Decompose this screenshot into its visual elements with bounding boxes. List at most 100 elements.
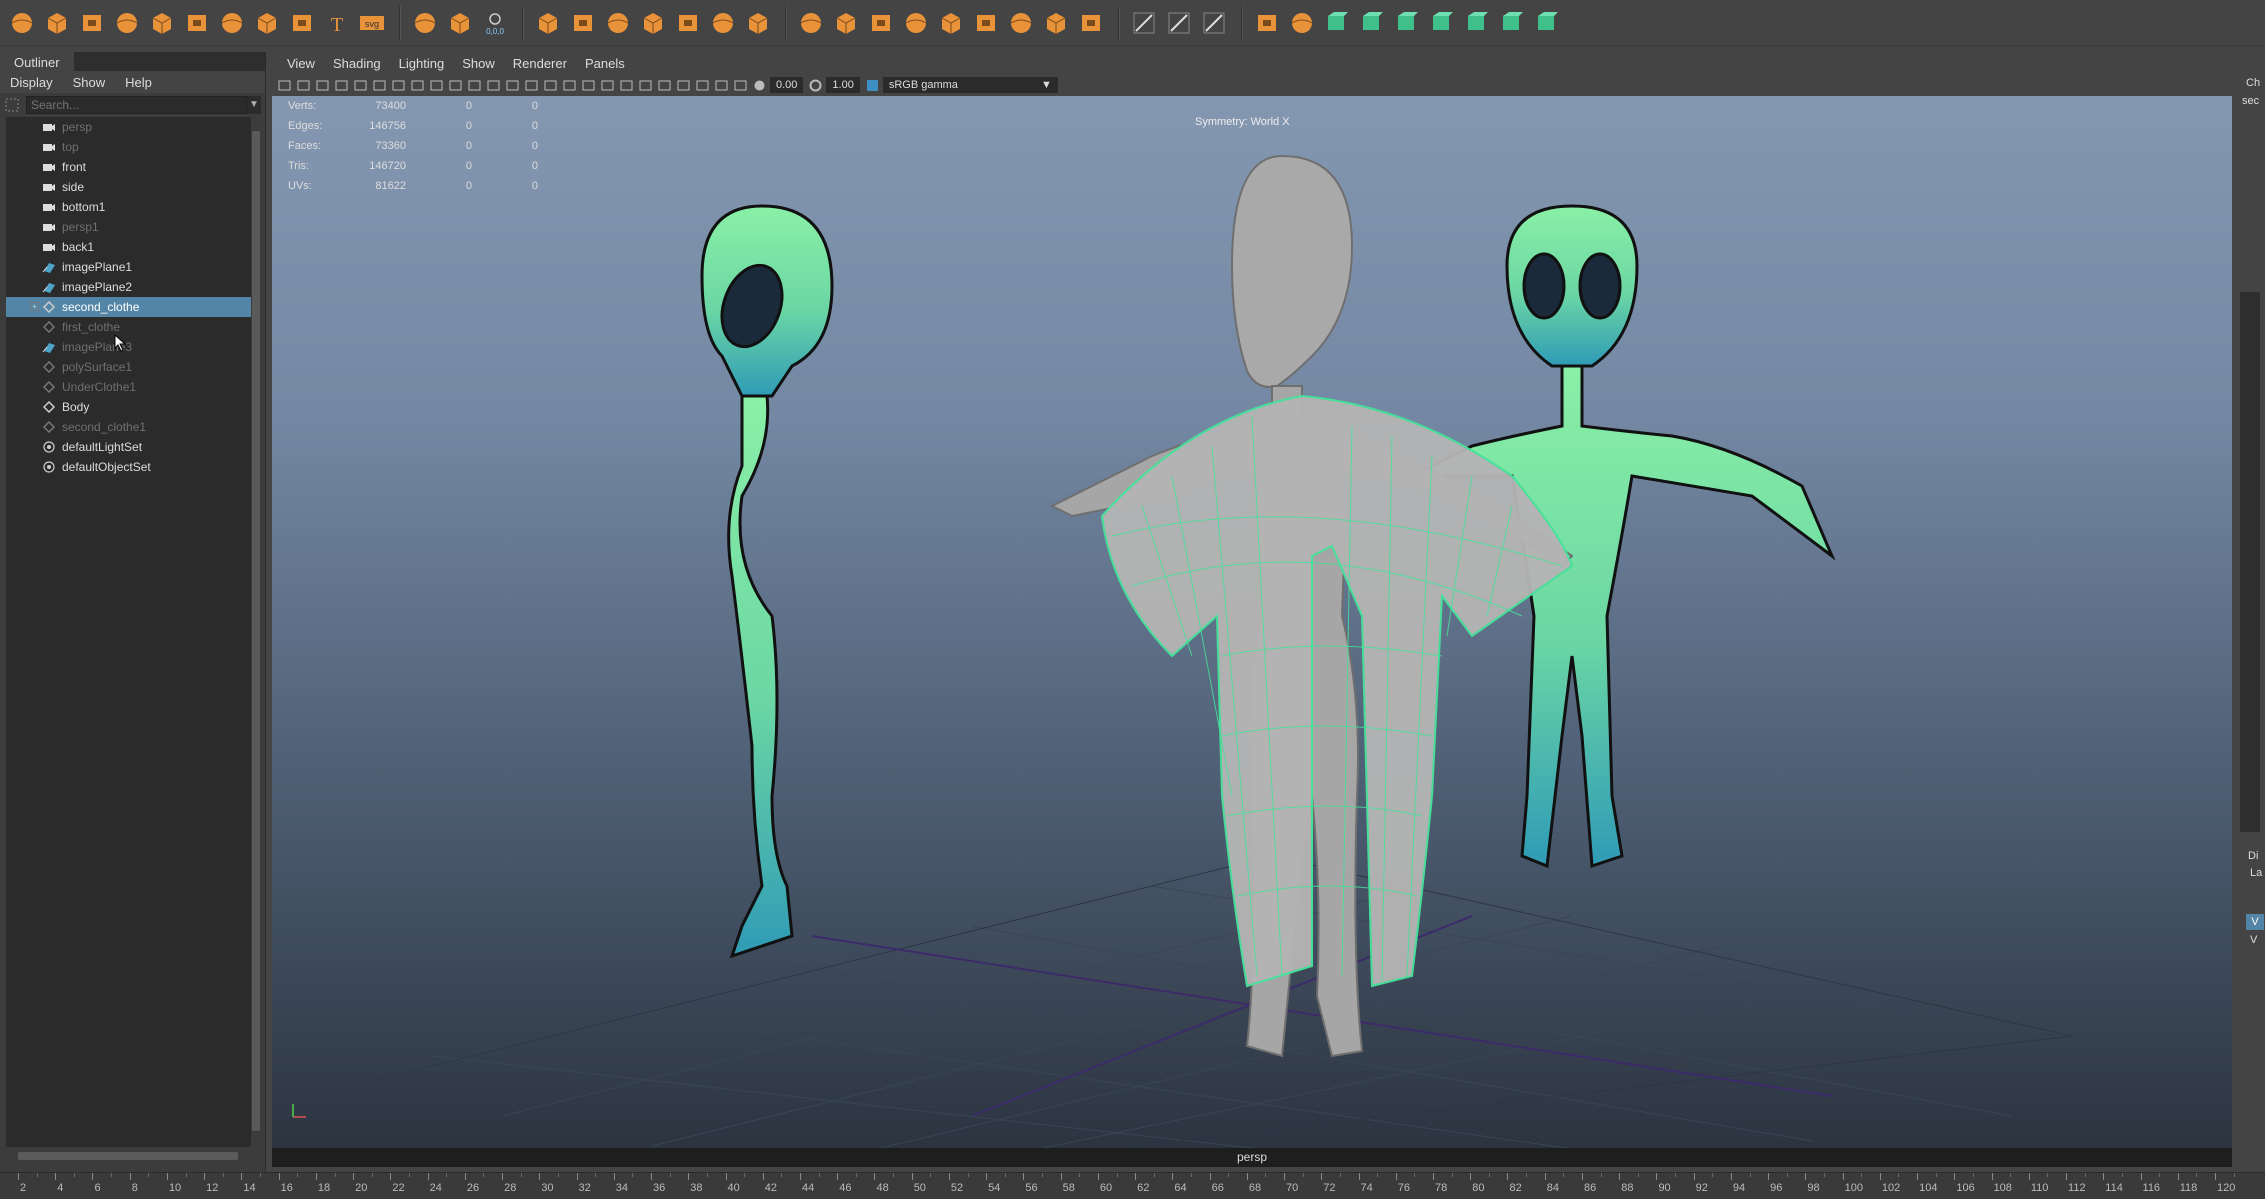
combine-icon[interactable] — [532, 7, 564, 39]
field-chart-icon[interactable] — [428, 77, 445, 94]
xray-joints-icon[interactable] — [713, 77, 730, 94]
poke-icon[interactable] — [1040, 7, 1072, 39]
wedge-icon[interactable] — [1075, 7, 1107, 39]
menu-shading[interactable]: Shading — [324, 56, 390, 71]
default-material-icon[interactable] — [523, 77, 540, 94]
textured-icon[interactable] — [542, 77, 559, 94]
select-camera-icon[interactable] — [276, 77, 293, 94]
filter-icon[interactable] — [4, 97, 20, 113]
coordinate-icon[interactable]: 0,0,0 — [479, 7, 511, 39]
planar-map-icon[interactable] — [1286, 7, 1318, 39]
3d-viewport[interactable]: Verts: 73400 0 0 Edges: 146756 0 0 Faces: 73360 0 0… — [272, 96, 2232, 1167]
exposure-field[interactable]: 0.00 — [770, 77, 804, 93]
cone-icon[interactable] — [111, 7, 143, 39]
uv-editor-icon[interactable] — [1251, 7, 1283, 39]
boolean-difference-icon[interactable] — [830, 7, 862, 39]
disc-icon[interactable] — [216, 7, 248, 39]
backface-culling-icon[interactable] — [732, 77, 749, 94]
camera-attributes-icon[interactable] — [295, 77, 312, 94]
measure-icon[interactable] — [409, 7, 441, 39]
gamma-icon[interactable] — [807, 77, 824, 94]
outliner-item-top[interactable]: top — [6, 137, 251, 157]
outliner-item-defaultlightset[interactable]: defaultLightSet — [6, 437, 251, 457]
separate-icon[interactable] — [567, 7, 599, 39]
torus-icon[interactable] — [146, 7, 178, 39]
display-layers-tab[interactable]: Di — [2248, 850, 2258, 862]
outliner-item-side[interactable]: side — [6, 177, 251, 197]
extrude-icon[interactable] — [935, 7, 967, 39]
menu-panels[interactable]: Panels — [576, 56, 634, 71]
screen-space-ao-icon[interactable] — [599, 77, 616, 94]
use-lights-icon[interactable] — [561, 77, 578, 94]
outliner-item-back1[interactable]: back1 — [6, 237, 251, 257]
channel-box-scrollbar[interactable] — [2240, 292, 2260, 832]
channel-box-tab[interactable]: Ch — [2246, 77, 2260, 89]
extract-icon[interactable] — [602, 7, 634, 39]
visibility-toggle-button[interactable]: V — [2246, 914, 2264, 930]
outliner-item-underclothe1[interactable]: UnderClothe1 — [6, 377, 251, 397]
smooth-shade-icon[interactable] — [504, 77, 521, 94]
exposure-icon[interactable] — [751, 77, 768, 94]
locator-icon[interactable] — [444, 7, 476, 39]
bookmark-icon[interactable] — [314, 77, 331, 94]
depth-of-field-icon[interactable] — [656, 77, 673, 94]
append-icon[interactable] — [1005, 7, 1037, 39]
view-transform-dropdown[interactable]: sRGB gamma ▼ — [882, 77, 1058, 93]
sweep-icon[interactable] — [286, 7, 318, 39]
sew-uv-icon[interactable] — [1531, 7, 1563, 39]
cube-icon[interactable] — [41, 7, 73, 39]
outliner-item-persp1[interactable]: persp1 — [6, 217, 251, 237]
platonic-icon[interactable] — [251, 7, 283, 39]
outliner-item-imageplane2[interactable]: imagePlane2 — [6, 277, 251, 297]
resolution-gate-icon[interactable] — [390, 77, 407, 94]
outliner-menu-show[interactable]: Show — [63, 75, 116, 90]
quad-draw-icon[interactable] — [1198, 7, 1230, 39]
time-slider[interactable]: 2 4 6 8 10 12 14 16 18 20 22 24 26 28 30 32 34 36 38 40 42 44… — [0, 1172, 2265, 1199]
outliner-menu-display[interactable]: Display — [0, 75, 63, 90]
menu-lighting[interactable]: Lighting — [390, 56, 454, 71]
wireframe-icon[interactable] — [485, 77, 502, 94]
color-management-icon[interactable] — [864, 77, 881, 94]
bevel-icon[interactable] — [865, 7, 897, 39]
text-icon[interactable]: T — [321, 7, 353, 39]
plane-icon[interactable] — [181, 7, 213, 39]
safe-action-icon[interactable] — [447, 77, 464, 94]
scrollbar-thumb[interactable] — [252, 131, 260, 1131]
target-weld-icon[interactable] — [1163, 7, 1195, 39]
outliner-item-first-clothe[interactable]: first_clothe — [6, 317, 251, 337]
menu-show[interactable]: Show — [453, 56, 504, 71]
xray-icon[interactable] — [694, 77, 711, 94]
layout-uv-icon[interactable] — [1461, 7, 1493, 39]
mirror-icon[interactable] — [742, 7, 774, 39]
anti-alias-icon[interactable] — [637, 77, 654, 94]
svg-icon[interactable]: svg — [356, 7, 388, 39]
outliner-item-defaultobjectset[interactable]: defaultObjectSet — [6, 457, 251, 477]
cleanup-icon[interactable] — [707, 7, 739, 39]
outliner-tab[interactable]: Outliner — [0, 52, 74, 71]
outliner-search-input[interactable] — [26, 96, 247, 114]
outliner-menu-help[interactable]: Help — [115, 75, 162, 90]
fill-hole-icon[interactable] — [970, 7, 1002, 39]
outliner-vertical-scrollbar[interactable] — [251, 117, 261, 1147]
outliner-item-bottom1[interactable]: bottom1 — [6, 197, 251, 217]
outliner-horizontal-scrollbar[interactable] — [6, 1150, 251, 1162]
cylinder-icon[interactable] — [76, 7, 108, 39]
bridge-icon[interactable] — [900, 7, 932, 39]
grid-toggle-icon[interactable] — [352, 77, 369, 94]
safe-title-icon[interactable] — [466, 77, 483, 94]
outliner-item-persp[interactable]: persp — [6, 117, 251, 137]
cut-uv-icon[interactable] — [1496, 7, 1528, 39]
motion-blur-icon[interactable] — [618, 77, 635, 94]
isolate-select-icon[interactable] — [675, 77, 692, 94]
multicut-icon[interactable] — [1128, 7, 1160, 39]
gate-mask-icon[interactable] — [409, 77, 426, 94]
menu-renderer[interactable]: Renderer — [504, 56, 576, 71]
smooth-icon[interactable] — [637, 7, 669, 39]
film-gate-icon[interactable] — [371, 77, 388, 94]
outliner-item-second-clothe[interactable]: + second_clothe — [6, 297, 251, 317]
outliner-item-polysurface1[interactable]: polySurface1 — [6, 357, 251, 377]
sphere-icon[interactable] — [6, 7, 38, 39]
outliner-item-front[interactable]: front — [6, 157, 251, 177]
menu-view[interactable]: View — [278, 56, 324, 71]
image-plane-toggle-icon[interactable] — [333, 77, 350, 94]
